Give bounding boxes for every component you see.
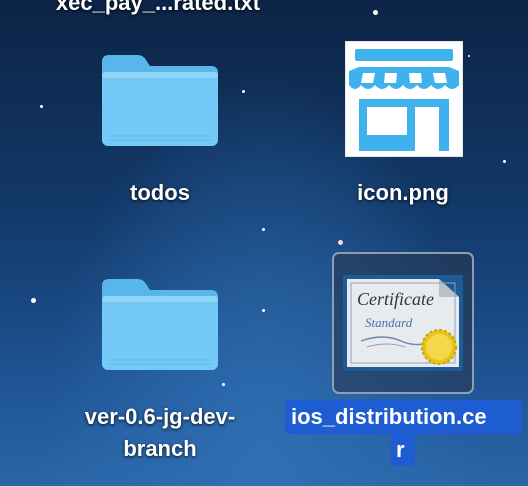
folder-icon bbox=[102, 55, 218, 146]
star-decoration bbox=[40, 105, 43, 108]
certificate-label-line1: ios_distribution.ce bbox=[291, 404, 487, 429]
star-decoration bbox=[468, 55, 470, 57]
folder-icon bbox=[102, 279, 218, 370]
store-icon bbox=[345, 41, 463, 157]
star-decoration bbox=[31, 298, 36, 303]
folder-label-line1: ver-0.6-jg-dev- bbox=[84, 404, 236, 429]
star-decoration bbox=[222, 383, 225, 386]
certificate-subtitle-text: Standard bbox=[365, 315, 413, 330]
image-file-label: icon.png bbox=[357, 180, 449, 205]
star-decoration bbox=[503, 160, 506, 163]
desktop-item-text-file[interactable]: xec_pay_...rated.txt bbox=[0, 0, 316, 18]
star-decoration bbox=[262, 228, 265, 231]
folder-label: todos bbox=[130, 180, 190, 205]
star-decoration bbox=[373, 10, 378, 15]
file-label: xec_pay_...rated.txt bbox=[55, 0, 261, 15]
folder-label-line2: branch bbox=[123, 436, 197, 461]
certificate-title-text: Certificate bbox=[357, 289, 434, 309]
star-decoration bbox=[338, 240, 343, 245]
certificate-icon: Certificate Standard bbox=[343, 275, 463, 371]
certificate-label-line2: r bbox=[396, 437, 405, 462]
star-decoration bbox=[242, 90, 245, 93]
star-decoration bbox=[262, 309, 265, 312]
